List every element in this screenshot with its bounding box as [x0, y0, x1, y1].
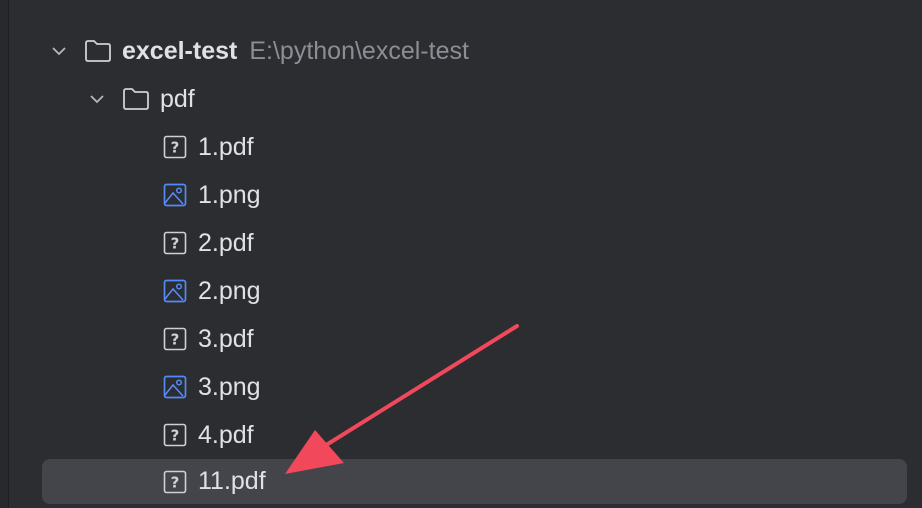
file-name: 3.png: [198, 372, 261, 401]
chevron-down-icon[interactable]: [48, 40, 70, 62]
project-tree-panel: excel-test E:\python\excel-test pdf ? 1.…: [0, 0, 922, 508]
project-name: excel-test: [122, 36, 238, 65]
file-name: 1.png: [198, 180, 261, 209]
tree-node-file[interactable]: ? 4.pdf: [163, 412, 254, 458]
file-name: 2.png: [198, 276, 261, 305]
unknown-file-icon: ?: [163, 470, 187, 494]
image-file-icon: [163, 279, 187, 303]
folder-name: pdf: [160, 84, 195, 113]
unknown-file-icon: ?: [163, 423, 187, 447]
svg-text:?: ?: [171, 235, 180, 253]
tree-node-file-selected[interactable]: ? 11.pdf: [163, 459, 266, 504]
tree-node-file[interactable]: 3.png: [163, 364, 261, 410]
image-file-icon: [163, 183, 187, 207]
tree-node-folder-pdf[interactable]: pdf: [86, 76, 195, 122]
file-name: 1.pdf: [198, 132, 254, 161]
svg-text:?: ?: [171, 473, 180, 491]
image-file-icon: [163, 375, 187, 399]
svg-text:?: ?: [171, 427, 180, 445]
folder-icon: [122, 87, 150, 111]
unknown-file-icon: ?: [163, 135, 187, 159]
panel-edge: [0, 0, 9, 508]
tree-node-file[interactable]: ? 1.pdf: [163, 124, 254, 170]
chevron-down-icon[interactable]: [86, 88, 108, 110]
file-name: 3.pdf: [198, 324, 254, 353]
tree-node-file[interactable]: ? 3.pdf: [163, 316, 254, 362]
tree-node-file[interactable]: 2.png: [163, 268, 261, 314]
unknown-file-icon: ?: [163, 231, 187, 255]
tree-node-file[interactable]: 1.png: [163, 172, 261, 218]
project-path: E:\python\excel-test: [249, 36, 469, 65]
file-name: 11.pdf: [198, 467, 266, 495]
tree-node-project-root[interactable]: excel-test E:\python\excel-test: [48, 28, 469, 74]
folder-icon: [84, 39, 112, 63]
svg-text:?: ?: [171, 331, 180, 349]
file-name: 2.pdf: [198, 228, 254, 257]
unknown-file-icon: ?: [163, 327, 187, 351]
tree-node-file[interactable]: ? 2.pdf: [163, 220, 254, 266]
svg-text:?: ?: [171, 139, 180, 157]
file-name: 4.pdf: [198, 420, 254, 449]
